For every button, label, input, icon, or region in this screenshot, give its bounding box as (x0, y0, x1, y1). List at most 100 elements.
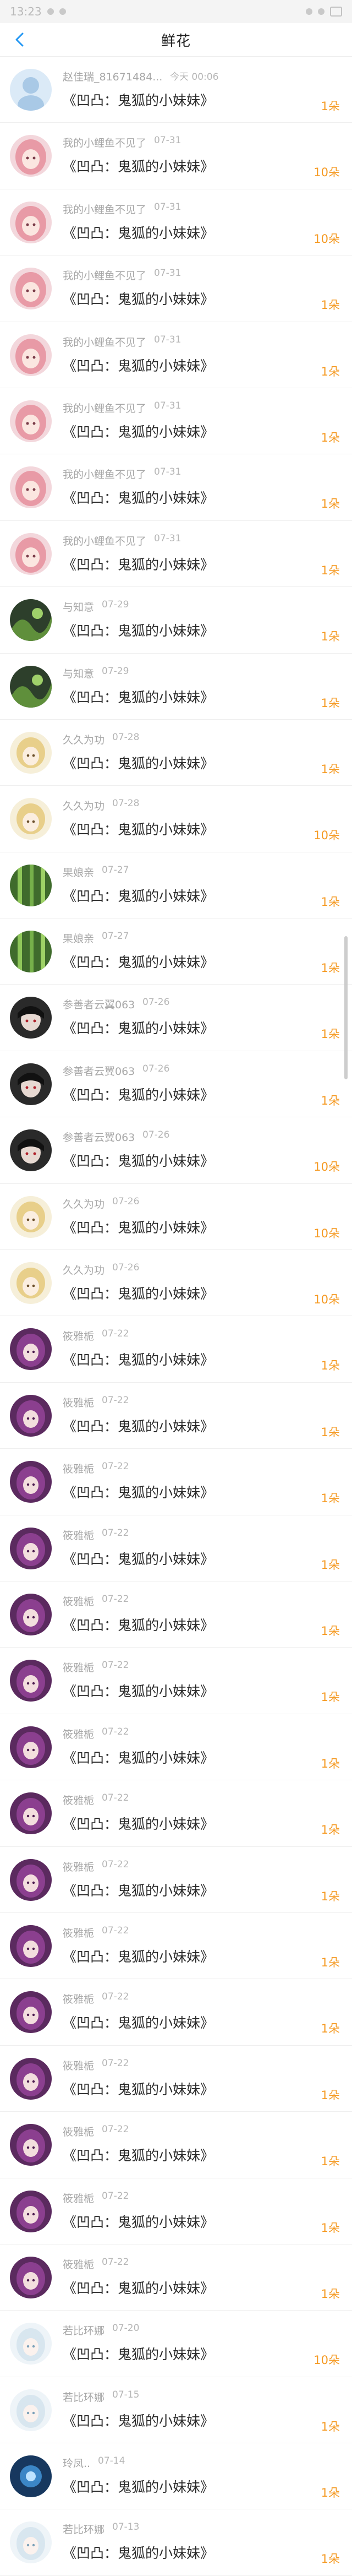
sender-name: 筱雅栀 (63, 1595, 95, 1608)
gift-record-row[interactable]: 筱雅栀 07-22 《凹凸：鬼狐的小妹妹》 1朵 (0, 1515, 352, 1582)
send-date: 07-31 (154, 135, 182, 146)
avatar[interactable] (10, 2455, 52, 2498)
book-title: 《凹凸：鬼狐的小妹妹》 (63, 1948, 215, 1965)
gift-record-row[interactable]: 久久为功 07-28 《凹凸：鬼狐的小妹妹》 1朵 (0, 720, 352, 786)
avatar[interactable] (10, 532, 52, 575)
gift-record-row[interactable]: 筱雅栀 07-22 《凹凸：鬼狐的小妹妹》 1朵 (0, 2112, 352, 2178)
avatar[interactable] (10, 1527, 52, 1569)
avatar[interactable] (10, 931, 52, 973)
avatar[interactable] (10, 665, 52, 708)
avatar[interactable] (10, 1262, 52, 1305)
avatar[interactable] (10, 2124, 52, 2166)
gift-record-row[interactable]: 若比环娜 07-13 《凹凸：鬼狐的小妹妹》 1朵 (0, 2509, 352, 2576)
avatar[interactable] (10, 2057, 52, 2100)
send-date: 07-26 (112, 1262, 140, 1274)
gift-record-row[interactable]: 参善者云翼063 07-26 《凹凸：鬼狐的小妹妹》 1朵 (0, 1051, 352, 1118)
sender-name: 我的小鲤鱼不见了 (63, 270, 147, 282)
back-button[interactable] (10, 30, 30, 50)
gift-record-row[interactable]: 玲凤.. 07-14 《凹凸：鬼狐的小妹妹》 1朵 (0, 2443, 352, 2510)
avatar[interactable] (10, 69, 52, 111)
book-title: 《凹凸：鬼狐的小妹妹》 (63, 755, 215, 771)
avatar[interactable] (10, 1660, 52, 1702)
avatar-image (10, 599, 52, 642)
avatar[interactable] (10, 1593, 52, 1635)
avatar[interactable] (10, 1925, 52, 1967)
gift-record-row[interactable]: 我的小鲤鱼不见了 07-31 《凹凸：鬼狐的小妹妹》 10朵 (0, 189, 352, 256)
gift-record-row[interactable]: 筱雅栀 07-22 《凹凸：鬼狐的小妹妹》 1朵 (0, 1913, 352, 1980)
avatar[interactable] (10, 1195, 52, 1238)
avatar[interactable] (10, 731, 52, 774)
avatar[interactable] (10, 1461, 52, 1503)
gift-record-row[interactable]: 筱雅栀 07-22 《凹凸：鬼狐的小妹妹》 1朵 (0, 1383, 352, 1449)
avatar[interactable] (10, 400, 52, 442)
gift-record-row[interactable]: 参善者云翼063 07-26 《凹凸：鬼狐的小妹妹》 1朵 (0, 985, 352, 1051)
avatar[interactable] (10, 864, 52, 906)
flower-count: 10朵 (314, 166, 340, 180)
sender-name: 我的小鲤鱼不见了 (63, 336, 147, 349)
gift-record-row[interactable]: 筱雅栀 07-22 《凹凸：鬼狐的小妹妹》 1朵 (0, 1316, 352, 1383)
gift-record-row[interactable]: 久久为功 07-26 《凹凸：鬼狐的小妹妹》 10朵 (0, 1184, 352, 1251)
gift-record-row[interactable]: 若比环娜 07-15 《凹凸：鬼狐的小妹妹》 1朵 (0, 2377, 352, 2444)
avatar[interactable] (10, 466, 52, 509)
avatar[interactable] (10, 1328, 52, 1371)
avatar[interactable] (10, 1063, 52, 1105)
avatar[interactable] (10, 201, 52, 243)
book-title: 《凹凸：鬼狐的小妹妹》 (63, 1749, 215, 1766)
gift-record-row[interactable]: 筱雅栀 07-22 《凹凸：鬼狐的小妹妹》 1朵 (0, 1847, 352, 1913)
gift-record-row[interactable]: 赵佳瑞_81671484... 今天 00:06 《凹凸：鬼狐的小妹妹》 1朵 (0, 57, 352, 123)
flower-count: 1朵 (321, 2221, 340, 2235)
gift-record-row[interactable]: 我的小鲤鱼不见了 07-31 《凹凸：鬼狐的小妹妹》 1朵 (0, 256, 352, 322)
gift-record-row[interactable]: 筱雅栀 07-22 《凹凸：鬼狐的小妹妹》 1朵 (0, 1979, 352, 2046)
gift-record-row[interactable]: 我的小鲤鱼不见了 07-31 《凹凸：鬼狐的小妹妹》 1朵 (0, 521, 352, 588)
back-arrow-icon (15, 32, 24, 47)
scrollbar[interactable] (344, 936, 348, 1079)
avatar[interactable] (10, 1858, 52, 1901)
avatar[interactable] (10, 1792, 52, 1835)
gift-record-row[interactable]: 筱雅栀 07-22 《凹凸：鬼狐的小妹妹》 1朵 (0, 1449, 352, 1515)
avatar[interactable] (10, 2323, 52, 2365)
avatar-image (10, 2389, 52, 2431)
gift-record-row[interactable]: 筱雅栀 07-22 《凹凸：鬼狐的小妹妹》 1朵 (0, 1582, 352, 1648)
gift-record-row[interactable]: 我的小鲤鱼不见了 07-31 《凹凸：鬼狐的小妹妹》 1朵 (0, 322, 352, 388)
avatar[interactable] (10, 2389, 52, 2431)
gift-record-row[interactable]: 与知意 07-29 《凹凸：鬼狐的小妹妹》 1朵 (0, 587, 352, 654)
gift-record-row[interactable]: 果娘亲 07-27 《凹凸：鬼狐的小妹妹》 1朵 (0, 852, 352, 919)
avatar[interactable] (10, 1726, 52, 1768)
avatar-image (10, 931, 52, 973)
sender-name: 筱雅栀 (63, 1927, 95, 1939)
avatar[interactable] (10, 2190, 52, 2232)
gift-record-row[interactable]: 与知意 07-29 《凹凸：鬼狐的小妹妹》 1朵 (0, 654, 352, 720)
avatar-image (10, 1195, 52, 1238)
avatar[interactable] (10, 1129, 52, 1172)
gift-record-row[interactable]: 筱雅栀 07-22 《凹凸：鬼狐的小妹妹》 1朵 (0, 2178, 352, 2245)
avatar[interactable] (10, 2521, 52, 2564)
avatar[interactable] (10, 268, 52, 310)
gift-record-row[interactable]: 久久为功 07-26 《凹凸：鬼狐的小妹妹》 10朵 (0, 1250, 352, 1317)
avatar[interactable] (10, 2256, 52, 2298)
gift-record-row[interactable]: 筱雅栀 07-22 《凹凸：鬼狐的小妹妹》 1朵 (0, 1780, 352, 1847)
gift-record-row[interactable]: 筱雅栀 07-22 《凹凸：鬼狐的小妹妹》 1朵 (0, 2245, 352, 2311)
gift-record-row[interactable]: 筱雅栀 07-22 《凹凸：鬼狐的小妹妹》 1朵 (0, 2046, 352, 2112)
gift-record-row[interactable]: 筱雅栀 07-22 《凹凸：鬼狐的小妹妹》 1朵 (0, 1714, 352, 1781)
gift-record-row[interactable]: 久久为功 07-28 《凹凸：鬼狐的小妹妹》 10朵 (0, 786, 352, 852)
gift-record-list[interactable]: 赵佳瑞_81671484... 今天 00:06 《凹凸：鬼狐的小妹妹》 1朵 我的小鲤… (0, 57, 352, 2576)
avatar-image (10, 731, 52, 774)
gift-record-row[interactable]: 果娘亲 07-27 《凹凸：鬼狐的小妹妹》 1朵 (0, 919, 352, 985)
gift-record-row[interactable]: 我的小鲤鱼不见了 07-31 《凹凸：鬼狐的小妹妹》 1朵 (0, 454, 352, 521)
gift-record-row[interactable]: 若比环娜 07-20 《凹凸：鬼狐的小妹妹》 10朵 (0, 2311, 352, 2377)
avatar[interactable] (10, 997, 52, 1039)
avatar[interactable] (10, 798, 52, 840)
gift-record-row[interactable]: 我的小鲤鱼不见了 07-31 《凹凸：鬼狐的小妹妹》 1朵 (0, 388, 352, 455)
avatar[interactable] (10, 1991, 52, 2034)
sender-name: 与知意 (63, 667, 95, 680)
gift-record-row[interactable]: 参善者云翼063 07-26 《凹凸：鬼狐的小妹妹》 10朵 (0, 1117, 352, 1184)
gift-record-row[interactable]: 筱雅栀 07-22 《凹凸：鬼狐的小妹妹》 1朵 (0, 1648, 352, 1714)
signal-icon (318, 8, 324, 15)
avatar[interactable] (10, 1394, 52, 1437)
sender-name: 筱雅栀 (63, 1396, 95, 1409)
send-date: 07-22 (102, 1660, 129, 1671)
gift-record-row[interactable]: 我的小鲤鱼不见了 07-31 《凹凸：鬼狐的小妹妹》 10朵 (0, 123, 352, 189)
avatar[interactable] (10, 334, 52, 376)
avatar[interactable] (10, 135, 52, 177)
avatar[interactable] (10, 599, 52, 642)
